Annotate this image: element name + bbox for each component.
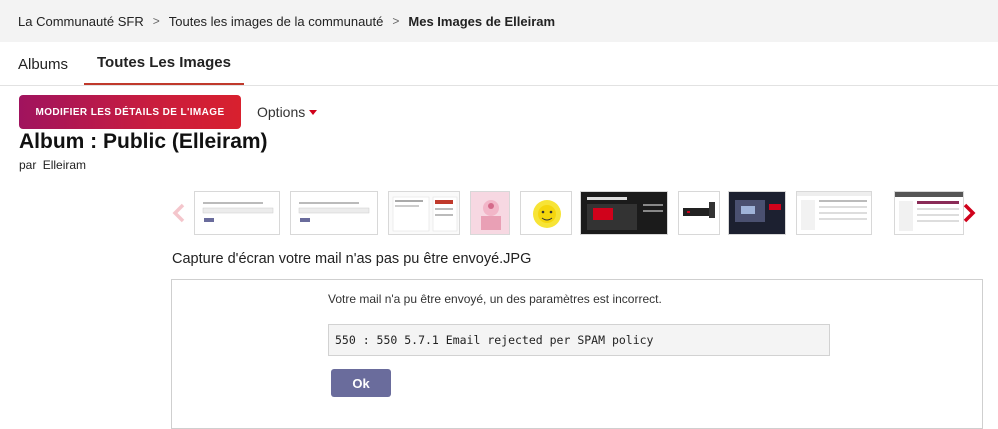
caret-down-icon bbox=[309, 109, 318, 115]
album-byline: par Elleiram bbox=[19, 158, 86, 172]
chevron-left-icon[interactable] bbox=[170, 200, 188, 226]
breadcrumb-current: Mes Images de Elleiram bbox=[408, 13, 556, 29]
thumbnail[interactable] bbox=[470, 191, 510, 235]
thumbnail[interactable] bbox=[678, 191, 720, 235]
chevron-right-icon: > bbox=[152, 14, 160, 28]
thumbnail-carousel bbox=[170, 188, 982, 240]
author-link[interactable]: Elleiram bbox=[43, 158, 86, 172]
image-preview: Votre mail n'a pu être envoyé, un des pa… bbox=[171, 279, 983, 429]
thumbnail[interactable] bbox=[290, 191, 378, 235]
tab-bar: Albums Toutes Les Images bbox=[0, 42, 998, 86]
chevron-right-icon[interactable] bbox=[960, 200, 978, 226]
breadcrumb-link-all-images[interactable]: Toutes les images de la communauté bbox=[169, 14, 384, 29]
thumbnail[interactable] bbox=[580, 191, 668, 235]
chevron-right-icon: > bbox=[392, 14, 400, 28]
options-dropdown[interactable]: Options bbox=[257, 104, 318, 120]
thumbnail[interactable] bbox=[894, 191, 964, 235]
image-title: Capture d'écran votre mail n'as pas pu ê… bbox=[172, 251, 532, 267]
tab-all-images[interactable]: Toutes Les Images bbox=[84, 42, 244, 85]
error-code-box: 550 : 550 5.7.1 Email rejected per SPAM … bbox=[328, 324, 830, 356]
thumbnail[interactable] bbox=[520, 191, 572, 235]
breadcrumb-link-community[interactable]: La Communauté SFR bbox=[18, 14, 144, 29]
thumbnail[interactable] bbox=[796, 191, 872, 235]
album-title: Album : Public (Elleiram) bbox=[19, 130, 268, 153]
breadcrumb: La Communauté SFR > Toutes les images de… bbox=[0, 0, 998, 42]
thumbnail[interactable] bbox=[194, 191, 280, 235]
options-label: Options bbox=[257, 104, 306, 120]
error-message: Votre mail n'a pu être envoyé, un des pa… bbox=[328, 292, 662, 306]
tab-albums[interactable]: Albums bbox=[18, 42, 68, 86]
byline-label: par bbox=[19, 158, 37, 172]
thumbnail[interactable] bbox=[388, 191, 460, 235]
ok-button: Ok bbox=[331, 369, 391, 397]
modify-image-details-button[interactable]: MODIFIER LES DÉTAILS DE L'IMAGE bbox=[19, 95, 241, 129]
thumbnail[interactable] bbox=[728, 191, 786, 235]
image-toolbar: MODIFIER LES DÉTAILS DE L'IMAGE Options bbox=[19, 95, 318, 129]
